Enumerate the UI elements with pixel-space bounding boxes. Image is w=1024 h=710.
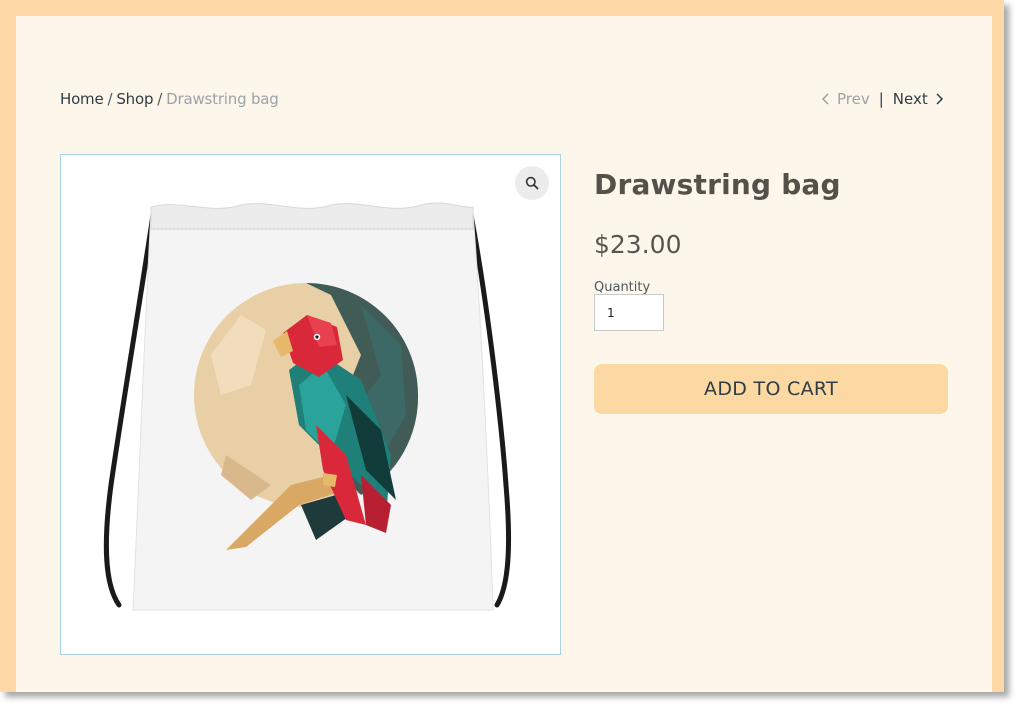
breadcrumb-current: Drawstring bag — [166, 90, 279, 108]
breadcrumb-home-link[interactable]: Home — [60, 90, 104, 108]
product-image — [103, 202, 512, 611]
quantity-label: Quantity — [594, 280, 651, 295]
product-title: Drawstring bag — [594, 168, 841, 201]
breadcrumb-shop-link[interactable]: Shop — [116, 90, 153, 108]
breadcrumb-separator: / — [107, 90, 113, 108]
prev-label: Prev — [837, 90, 870, 108]
pager-divider: | — [878, 90, 884, 108]
quantity-input[interactable] — [594, 294, 664, 331]
product-page: Home/Shop/Drawstring bag Prev | Next — [16, 16, 992, 692]
chevron-right-icon — [936, 93, 943, 105]
chevron-left-icon — [821, 93, 829, 105]
add-to-cart-button[interactable]: ADD TO CART — [594, 364, 948, 414]
next-label: Next — [892, 90, 928, 108]
prev-product-link[interactable]: Prev — [821, 90, 870, 108]
breadcrumb-separator: / — [157, 90, 163, 108]
magnifier-icon — [525, 176, 539, 190]
zoom-button[interactable] — [515, 166, 549, 200]
product-price: $23.00 — [594, 230, 682, 259]
product-pager: Prev | Next — [821, 90, 944, 108]
next-product-link[interactable]: Next — [893, 90, 944, 108]
breadcrumb: Home / Shop / Drawstring bag — [60, 90, 279, 108]
page-frame: Home/Shop/Drawstring bag Prev | Next — [0, 0, 1004, 692]
product-image-gallery[interactable] — [60, 154, 561, 655]
